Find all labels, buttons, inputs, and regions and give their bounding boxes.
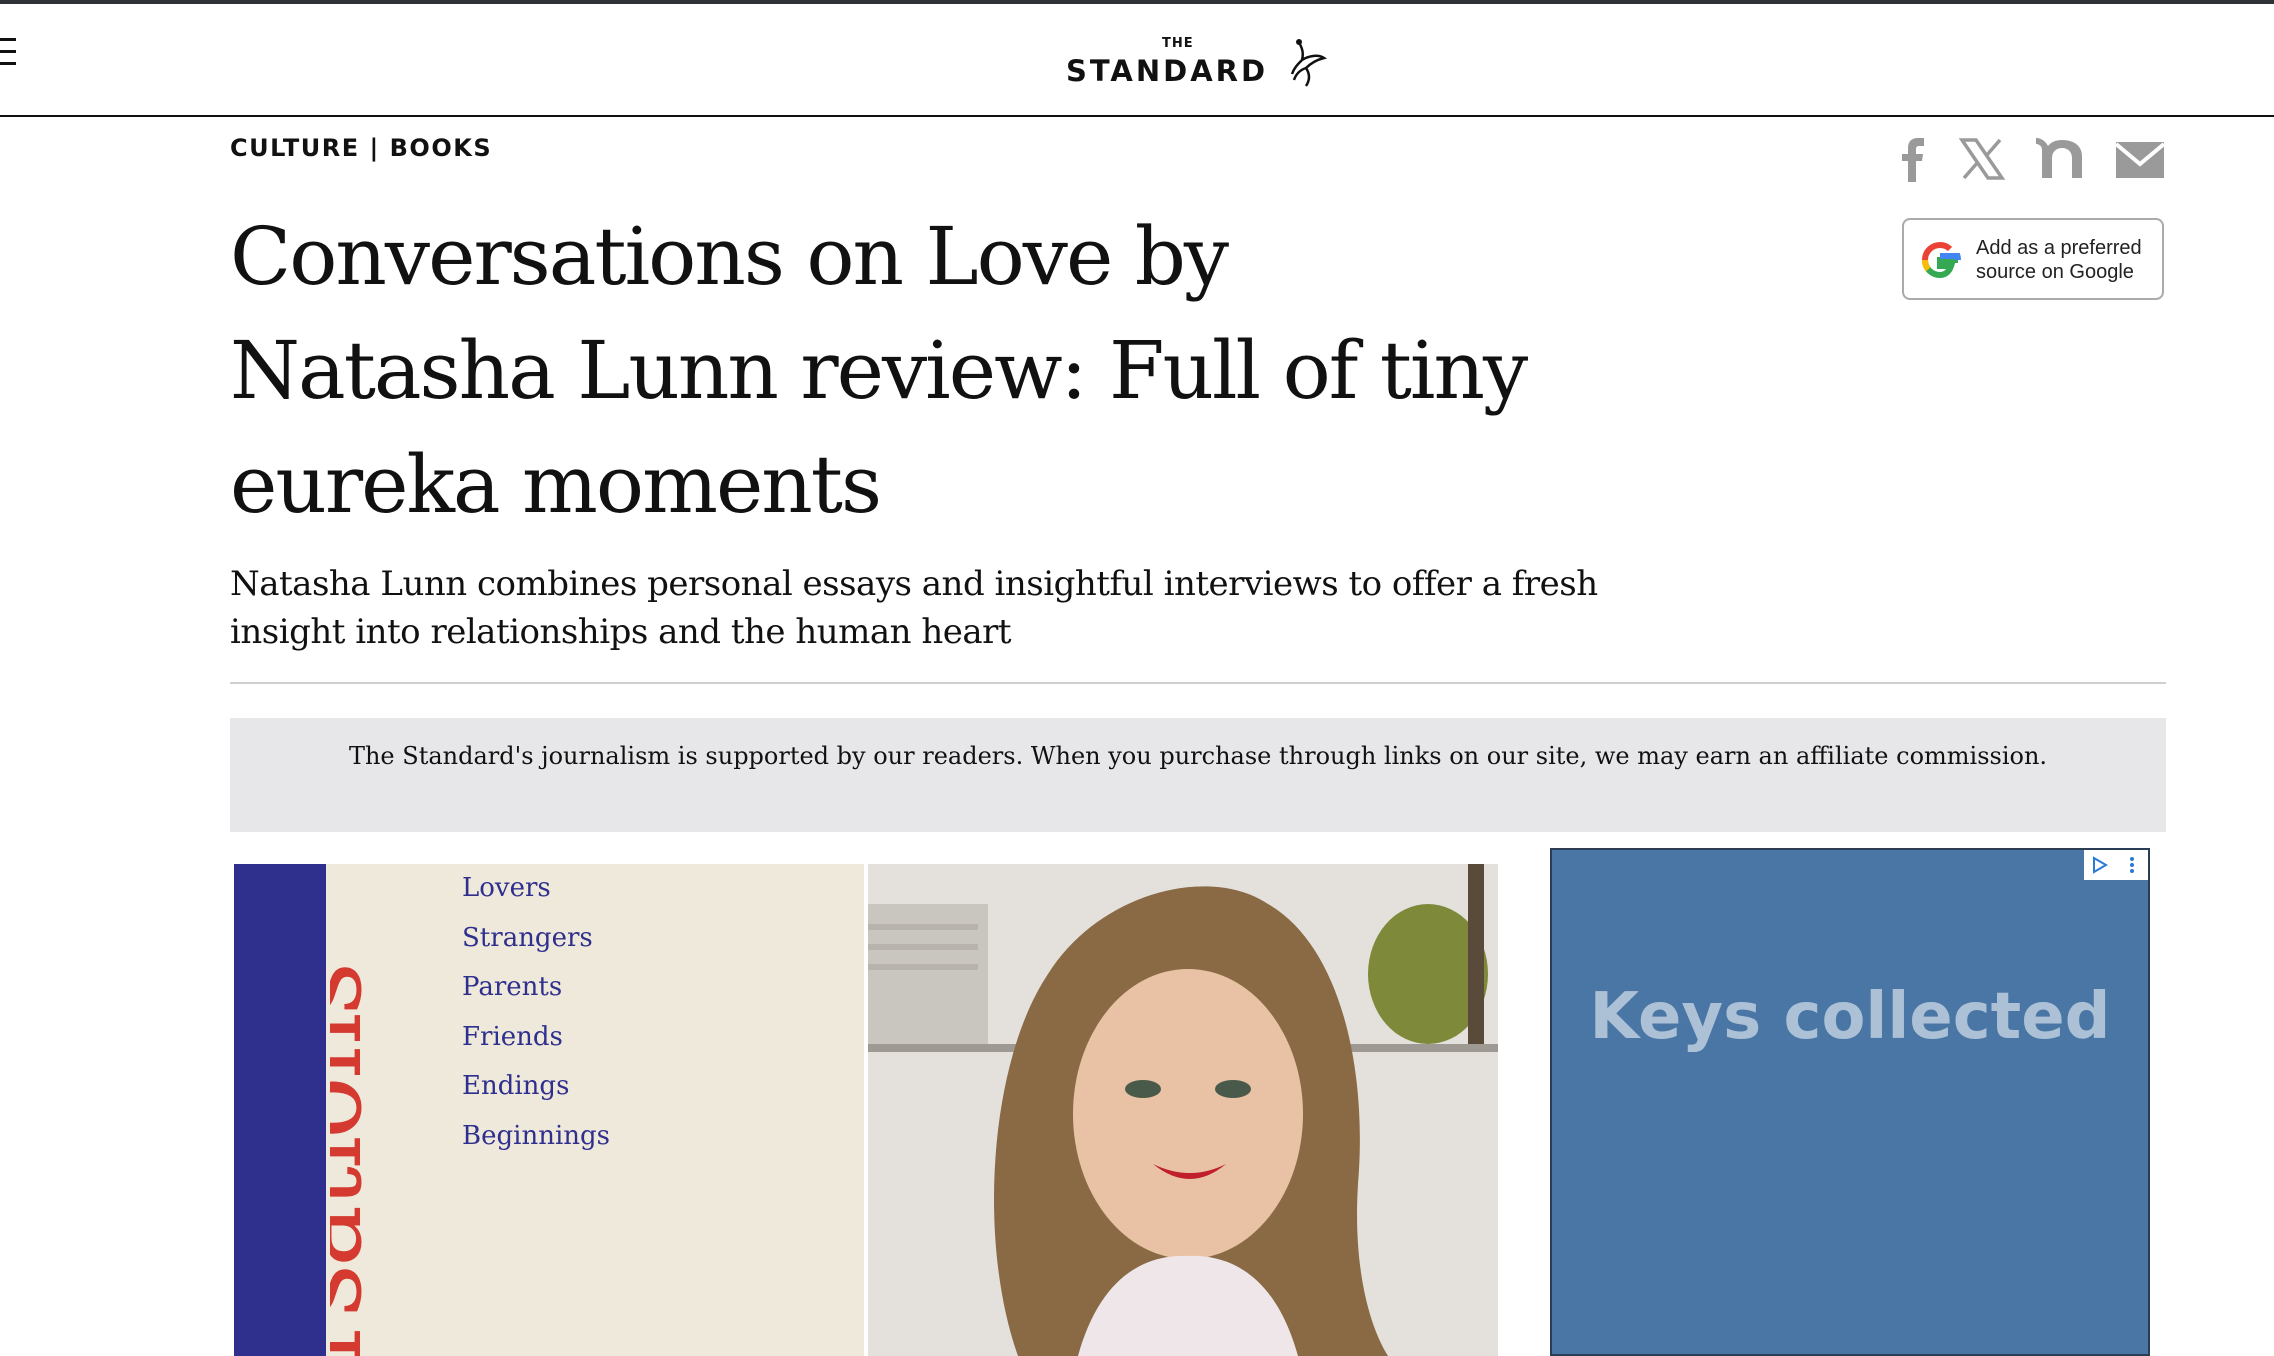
google-g-icon bbox=[1922, 241, 1961, 279]
affiliate-notice: The Standard's journalism is supported b… bbox=[230, 718, 2166, 832]
advertisement[interactable]: Keys collected bbox=[1550, 848, 2150, 1356]
author-portrait-image bbox=[868, 864, 1498, 1356]
ad-options-icon[interactable] bbox=[2116, 850, 2148, 880]
cover-title-fragment: rsations bbox=[330, 965, 385, 1356]
site-header: THE STANDARD bbox=[0, 4, 2274, 117]
cover-list-item: Strangers bbox=[462, 922, 593, 953]
divider bbox=[230, 682, 2166, 684]
x-icon[interactable] bbox=[1958, 134, 2006, 184]
cover-title-vertical: rsations bbox=[330, 864, 450, 1356]
cover-spine bbox=[234, 864, 326, 1356]
add-preferred-source-button[interactable]: Add as a preferred source on Google bbox=[1902, 218, 2164, 300]
cover-list: Lovers Strangers Parents Friends Endings… bbox=[462, 864, 610, 1161]
google-source-label: Add as a preferred source on Google bbox=[1976, 237, 2142, 283]
site-logo[interactable]: THE STANDARD bbox=[1066, 30, 1336, 100]
cover-list-item: Parents bbox=[462, 972, 563, 1002]
cover-list-item: Lovers bbox=[462, 873, 551, 903]
logo-the: THE bbox=[1162, 36, 1194, 51]
cover-list-item: Beginnings bbox=[462, 1120, 610, 1151]
cover-list-item: Friends bbox=[462, 1021, 563, 1052]
hero-image: rsations Lovers Strangers Parents Friend… bbox=[234, 864, 1498, 1356]
email-icon[interactable] bbox=[2114, 134, 2166, 184]
adchoices-icon[interactable] bbox=[2084, 850, 2116, 880]
hamburger-menu-icon[interactable] bbox=[0, 36, 18, 68]
section-breadcrumb[interactable]: CULTURE | BOOKS bbox=[230, 134, 492, 162]
ad-text: Keys collected bbox=[1589, 980, 2111, 1054]
facebook-icon[interactable] bbox=[1898, 134, 1930, 184]
nextdoor-icon[interactable] bbox=[2034, 134, 2086, 184]
book-cover-image: rsations Lovers Strangers Parents Friend… bbox=[234, 864, 864, 1356]
article-standfirst: Natasha Lunn combines personal essays an… bbox=[230, 564, 1598, 652]
bird-logo-icon bbox=[1290, 39, 1328, 87]
article-headline: Conversations on Love by Natasha Lunn re… bbox=[230, 210, 1528, 531]
cover-list-item: Endings bbox=[462, 1071, 570, 1101]
logo-standard: STANDARD bbox=[1066, 54, 1269, 88]
